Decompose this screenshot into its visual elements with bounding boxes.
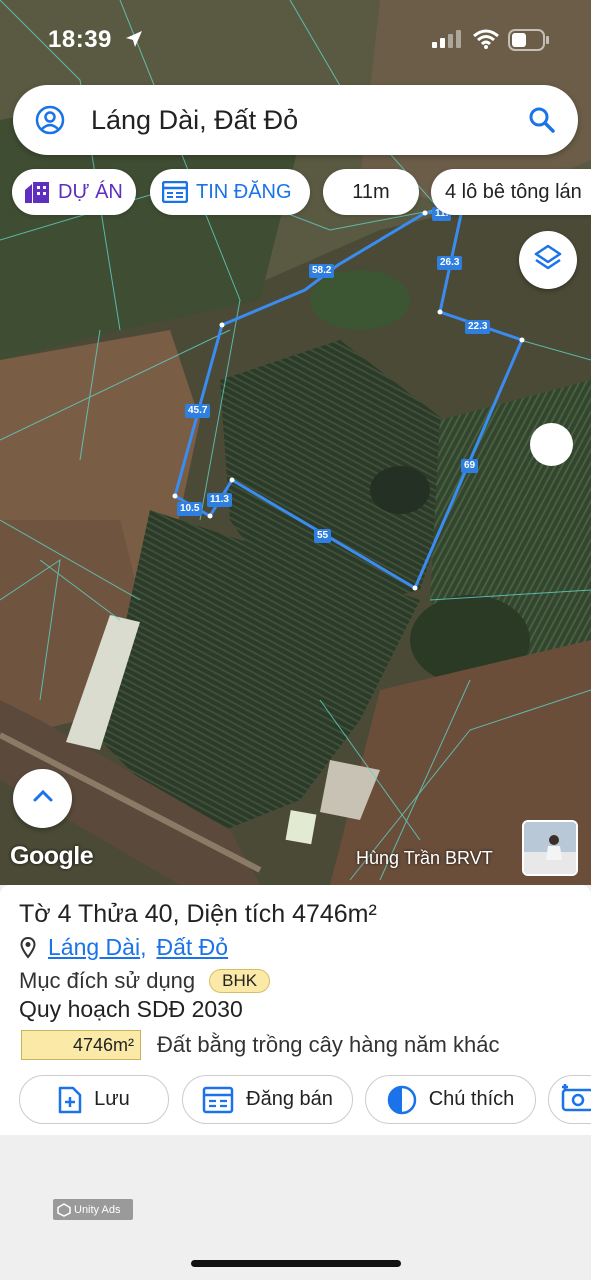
chip-tin-dang[interactable]: TIN ĐĂNG	[150, 169, 310, 215]
status-time: 18:39	[48, 26, 112, 53]
ads-label: Unity Ads	[74, 1203, 121, 1216]
chip-scale[interactable]: 11m	[323, 169, 419, 215]
search-input[interactable]: Láng Dài, Đất Đỏ	[91, 105, 298, 136]
add-file-icon	[58, 1086, 82, 1114]
usage-label: Mục đích sử dụng	[19, 968, 196, 993]
legend-button[interactable]: Chú thích	[365, 1075, 536, 1124]
author-name: Hùng Trần BRVT	[356, 848, 493, 868]
chip-label: DỰ ÁN	[58, 180, 123, 203]
segment-label: 45.7	[185, 404, 211, 418]
expand-up-button[interactable]	[13, 769, 72, 828]
plan-row: 4746m² Đất bằng trồng cây hàng năm khác	[21, 1030, 499, 1060]
usage-code-badge: BHK	[209, 969, 271, 993]
chip-label: TIN ĐĂNG	[196, 180, 292, 203]
plan-title: Quy hoạch SDĐ 2030	[19, 996, 243, 1022]
cellular-signal-icon	[432, 30, 462, 53]
location-arrow-icon	[124, 29, 144, 54]
parcel-location: Láng Dài , Đất Đỏ	[20, 934, 228, 961]
commune-link[interactable]: Láng Dài	[48, 934, 140, 961]
add-photo-icon	[561, 1082, 591, 1118]
unity-ads-badge: Unity Ads	[53, 1199, 133, 1220]
contrast-icon	[387, 1085, 417, 1115]
building-icon	[24, 180, 50, 204]
google-attribution: Google	[10, 842, 94, 870]
search-bar[interactable]: Láng Dài, Đất Đỏ	[13, 85, 578, 155]
listing-icon	[162, 181, 188, 203]
map-view[interactable]: 11. 26.3 58.2 22.3 45.7 69 11.3 10.5 55 …	[0, 0, 591, 885]
save-label: Lưu	[94, 1088, 130, 1110]
location-pin-icon	[20, 936, 36, 959]
chevron-up-icon	[32, 789, 54, 808]
floating-dot-button[interactable]	[530, 423, 573, 466]
parcel-title: Tờ 4 Thửa 40, Diện tích 4746m²	[19, 900, 377, 928]
segment-label: 58.2	[309, 264, 335, 278]
plan-area-badge: 4746m²	[21, 1030, 141, 1060]
post-sale-button[interactable]: Đăng bán	[182, 1075, 353, 1124]
district-link[interactable]: Đất Đỏ	[156, 934, 228, 961]
usage-row: Mục đích sử dụng BHK	[19, 968, 271, 994]
search-icon[interactable]	[527, 105, 557, 140]
segment-label: 22.3	[465, 320, 491, 334]
account-icon[interactable]	[35, 105, 65, 140]
chip-du-an[interactable]: DỰ ÁN	[12, 169, 136, 215]
unity-icon	[57, 1202, 71, 1217]
plan-description: Đất bằng trồng cây hàng năm khác	[157, 1032, 500, 1057]
wifi-icon	[472, 28, 500, 55]
layers-icon	[533, 243, 563, 278]
segment-label: 26.3	[437, 256, 463, 270]
home-indicator[interactable]	[191, 1260, 401, 1267]
segment-label: 11.3	[207, 493, 232, 507]
status-bar: 18:39	[0, 0, 591, 80]
battery-icon	[508, 29, 550, 56]
legend-label: Chú thích	[428, 1088, 515, 1110]
segment-label: 55	[314, 529, 332, 543]
save-button[interactable]: Lưu	[19, 1075, 169, 1124]
listing-icon	[202, 1086, 234, 1114]
location-separator: ,	[140, 934, 147, 960]
post-sale-label: Đăng bán	[246, 1088, 333, 1110]
layers-button[interactable]	[519, 231, 577, 289]
parcel-info-sheet: Tờ 4 Thửa 40, Diện tích 4746m² Láng Dài …	[0, 885, 591, 1135]
chip-label: 4 lô bê tông lán	[445, 180, 582, 203]
avatar[interactable]	[522, 820, 578, 876]
chip-listing[interactable]: 4 lô bê tông lán	[431, 169, 591, 215]
segment-label: 10.5	[177, 502, 203, 516]
segment-label: 69	[461, 459, 479, 473]
camera-button[interactable]	[548, 1075, 591, 1124]
chip-label: 11m	[352, 180, 390, 203]
